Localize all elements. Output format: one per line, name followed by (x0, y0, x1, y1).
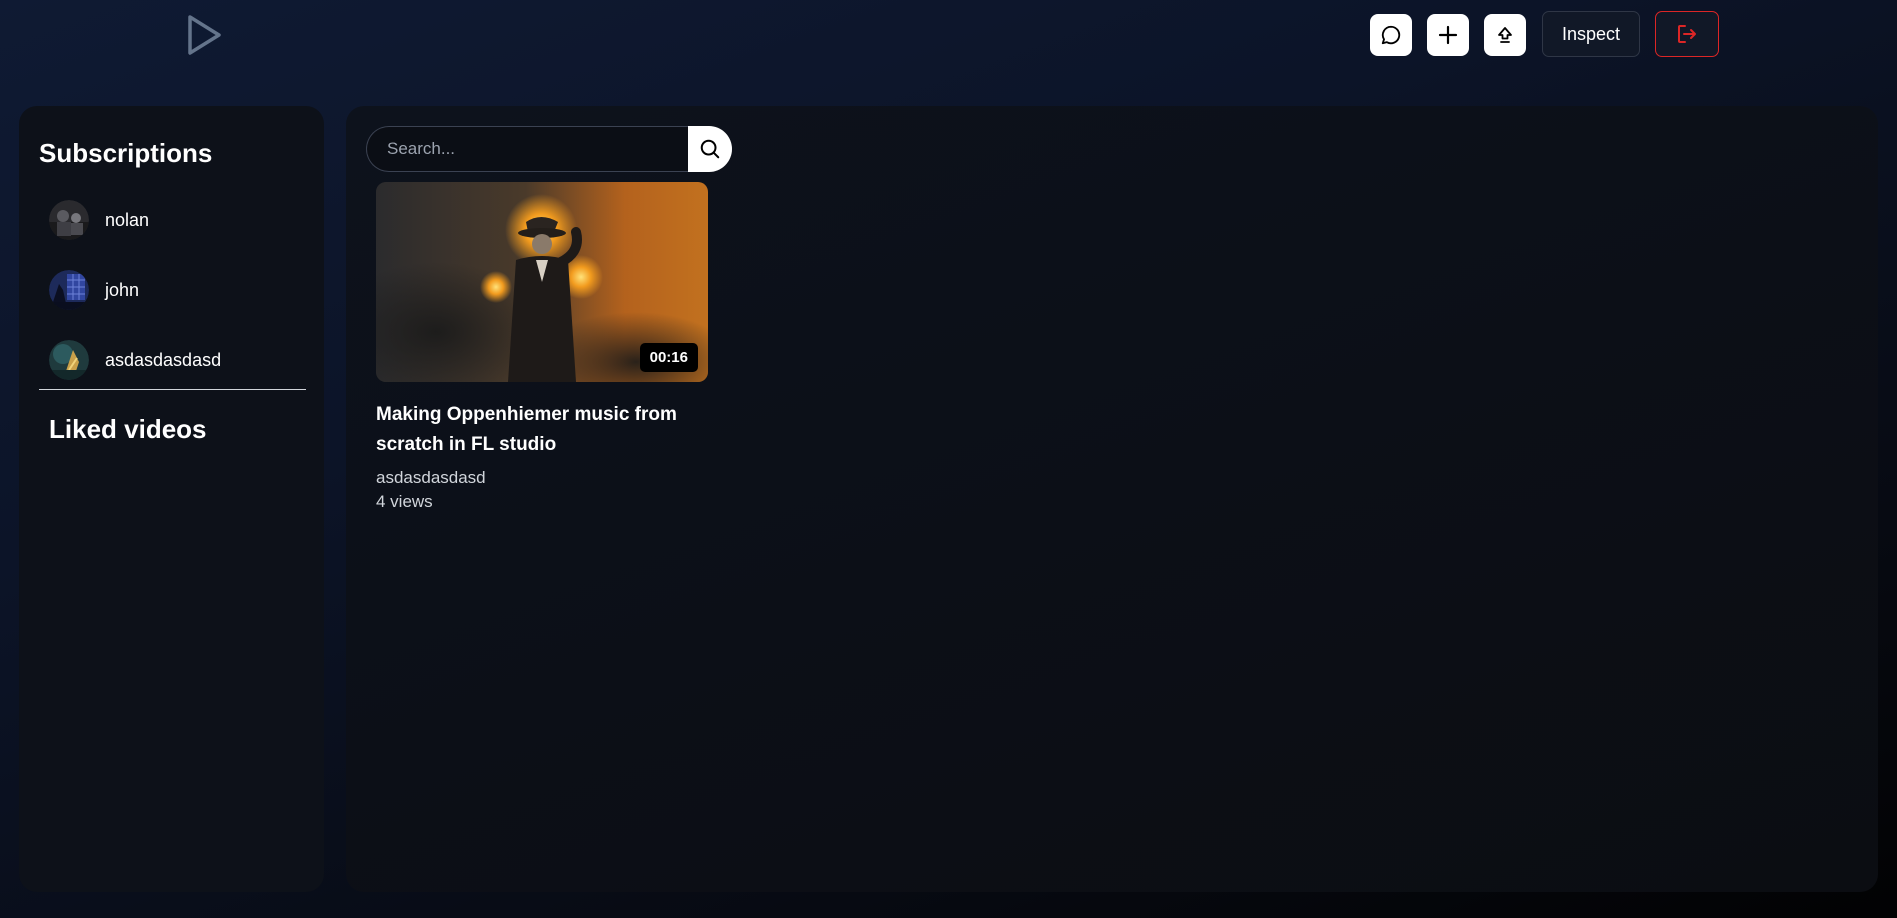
avatar (49, 270, 89, 310)
subscriptions-heading: Subscriptions (39, 138, 213, 168)
play-logo-icon[interactable] (186, 14, 222, 56)
search-icon (700, 139, 720, 159)
chat-button[interactable] (1370, 14, 1412, 56)
search-button[interactable] (688, 126, 732, 172)
create-button[interactable] (1427, 14, 1469, 56)
sidebar: Subscriptions nolan john asdasdasdasd Li… (19, 106, 324, 892)
search-bar (366, 126, 732, 172)
top-bar: Inspect (0, 0, 1897, 70)
video-card[interactable]: 00:16 Making Oppenhiemer music from scra… (376, 182, 708, 512)
subscription-name: john (105, 279, 140, 300)
subscription-item-asdasdasdasd[interactable]: asdasdasdasd (49, 339, 221, 381)
inspect-button[interactable]: Inspect (1542, 11, 1640, 57)
upload-icon (1498, 27, 1512, 43)
subscription-item-john[interactable]: john (49, 269, 139, 311)
sidebar-divider (39, 389, 306, 390)
liked-videos-link[interactable]: Liked videos (49, 414, 207, 445)
video-title[interactable]: Making Oppenhiemer music from scratch in… (376, 400, 708, 460)
chat-icon (1381, 25, 1401, 45)
upload-button[interactable] (1484, 14, 1526, 56)
main-content: 00:16 Making Oppenhiemer music from scra… (346, 106, 1878, 892)
avatar (49, 200, 89, 240)
video-duration-badge: 00:16 (639, 343, 698, 372)
subscription-item-nolan[interactable]: nolan (49, 199, 149, 241)
search-input[interactable] (366, 126, 688, 172)
logout-icon (1678, 25, 1696, 43)
video-channel-name[interactable]: asdasdasdasd (376, 468, 708, 488)
subscription-name: asdasdasdasd (105, 349, 222, 370)
logout-button[interactable] (1655, 11, 1719, 57)
avatar (49, 340, 89, 380)
plus-icon (1438, 25, 1458, 45)
video-view-count: 4 views (376, 492, 433, 511)
video-thumbnail[interactable]: 00:16 (376, 182, 708, 382)
subscription-name: nolan (105, 209, 150, 230)
